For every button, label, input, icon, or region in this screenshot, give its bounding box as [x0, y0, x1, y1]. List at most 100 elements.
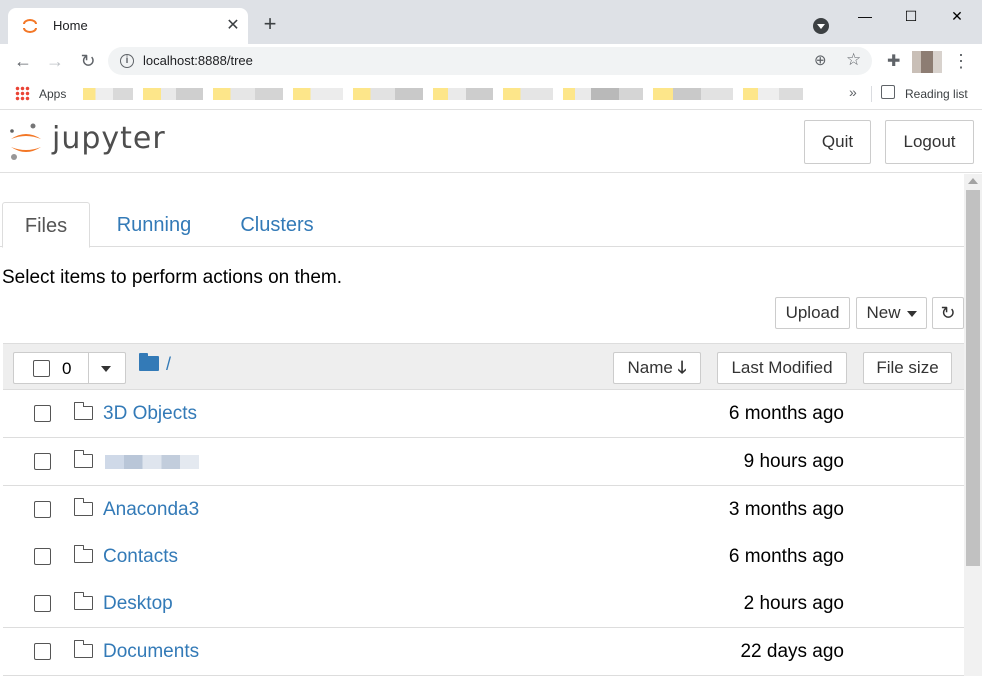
- bookmark-item[interactable]: [433, 88, 493, 100]
- apps-bookmark[interactable]: Apps: [39, 87, 66, 101]
- sort-by-size-button[interactable]: File size: [863, 352, 952, 384]
- sort-by-name-button[interactable]: Name 🡓: [613, 352, 701, 384]
- row-checkbox[interactable]: [34, 405, 51, 422]
- quit-button[interactable]: Quit: [804, 120, 871, 164]
- tab-running[interactable]: Running: [104, 202, 204, 247]
- file-row[interactable]: Contacts 6 months ago: [3, 533, 964, 581]
- bookmark-item[interactable]: [743, 88, 803, 100]
- breadcrumb-root[interactable]: /: [166, 354, 171, 375]
- bookmark-item[interactable]: [653, 88, 733, 100]
- browser-tab-title: Home: [53, 18, 88, 33]
- address-bar[interactable]: i localhost:8888/tree ⊕ ☆: [108, 47, 872, 75]
- extensions-puzzle-icon[interactable]: ✚: [887, 51, 900, 71]
- row-checkbox[interactable]: [34, 548, 51, 565]
- bookmark-item[interactable]: [213, 88, 283, 100]
- file-name-link[interactable]: Documents: [103, 641, 199, 663]
- chevron-down-icon[interactable]: [101, 366, 111, 372]
- jupyter-logo-text[interactable]: jupyter: [52, 121, 166, 156]
- jupyter-tabs: Files Running Clusters: [0, 202, 964, 248]
- row-checkbox[interactable]: [34, 501, 51, 518]
- page-scrollbar[interactable]: [964, 174, 982, 676]
- url-text[interactable]: localhost:8888/tree: [143, 53, 253, 68]
- file-row[interactable]: 9 hours ago: [3, 438, 964, 486]
- site-info-icon[interactable]: i: [120, 54, 134, 68]
- file-row[interactable]: Documents 22 days ago: [3, 628, 964, 676]
- bookmark-item[interactable]: [293, 88, 343, 100]
- folder-icon: [73, 640, 93, 658]
- maximize-window-button[interactable]: ☐: [888, 4, 934, 28]
- bookmark-item[interactable]: [353, 88, 423, 100]
- tab-search-icon[interactable]: [813, 18, 829, 34]
- minimize-window-button[interactable]: —: [842, 4, 888, 28]
- file-row[interactable]: 3D Objects 6 months ago: [3, 390, 964, 438]
- logout-button[interactable]: Logout: [885, 120, 974, 164]
- file-row[interactable]: Anaconda3 3 months ago: [3, 486, 964, 534]
- bookmark-item[interactable]: [503, 88, 553, 100]
- bookmark-star-icon[interactable]: ☆: [846, 50, 861, 70]
- file-modified: 3 months ago: [728, 499, 844, 520]
- upload-button[interactable]: Upload: [775, 297, 850, 329]
- redacted-file-name-link[interactable]: [105, 455, 199, 469]
- browser-toolbar: ← → ↻ i localhost:8888/tree ⊕ ☆: [0, 44, 982, 78]
- bookmarks-divider: [871, 86, 872, 102]
- tab-files[interactable]: Files: [2, 202, 90, 248]
- new-dropdown-button[interactable]: New: [856, 297, 927, 329]
- refresh-icon: ↻: [940, 303, 956, 323]
- file-modified: 22 days ago: [740, 641, 844, 662]
- folder-icon: [73, 450, 93, 468]
- tab-clusters[interactable]: Clusters: [228, 202, 326, 247]
- row-checkbox[interactable]: [34, 595, 51, 612]
- new-button-label: New: [866, 303, 901, 322]
- row-checkbox[interactable]: [34, 643, 51, 660]
- scrollbar-thumb[interactable]: [966, 190, 980, 566]
- close-tab-icon[interactable]: ✕: [223, 16, 243, 36]
- new-tab-button[interactable]: +: [259, 13, 281, 35]
- row-checkbox[interactable]: [34, 453, 51, 470]
- file-modified: 6 months ago: [728, 546, 844, 567]
- dropdown-divider: [88, 353, 89, 383]
- file-name-link[interactable]: Desktop: [103, 593, 173, 615]
- select-all-dropdown[interactable]: 0: [13, 352, 126, 384]
- refresh-button[interactable]: ↻: [932, 297, 964, 329]
- selection-hint: Select items to perform actions on them.: [2, 267, 343, 288]
- file-modified: 2 hours ago: [743, 593, 844, 614]
- file-row[interactable]: Desktop 2 hours ago: [3, 580, 964, 628]
- sort-name-label: Name: [627, 358, 673, 377]
- chevron-down-icon: [906, 310, 917, 317]
- bookmark-item[interactable]: [563, 88, 643, 100]
- forward-arrow-icon[interactable]: →: [42, 48, 68, 74]
- zoom-icon[interactable]: ⊕: [814, 51, 827, 69]
- arrow-down-icon: 🡓: [677, 358, 687, 377]
- file-name-link[interactable]: Anaconda3: [103, 499, 199, 521]
- profile-avatar[interactable]: [912, 51, 942, 73]
- close-window-button[interactable]: ✕: [934, 4, 980, 28]
- reading-list-button[interactable]: Reading list: [905, 87, 968, 101]
- file-list-header: 0 / Name 🡓 Last Modified File size: [3, 343, 964, 390]
- scroll-up-arrow-icon[interactable]: [968, 178, 978, 184]
- reading-list-icon[interactable]: [881, 85, 895, 99]
- file-name-link[interactable]: Contacts: [103, 546, 178, 568]
- browser-tabstrip: Home ✕ + — ☐ ✕: [0, 0, 982, 44]
- file-name-link[interactable]: 3D Objects: [103, 403, 197, 425]
- file-modified: 6 months ago: [728, 403, 844, 424]
- folder-icon: [73, 545, 93, 563]
- browser-tab-home[interactable]: Home ✕: [8, 8, 248, 44]
- folder-icon: [73, 498, 93, 516]
- folder-icon: [73, 402, 93, 420]
- jupyter-favicon-icon: [23, 19, 37, 33]
- back-arrow-icon[interactable]: ←: [10, 48, 36, 74]
- more-bookmarks-icon[interactable]: »: [849, 84, 857, 100]
- bookmark-item[interactable]: [83, 88, 133, 100]
- sort-by-modified-button[interactable]: Last Modified: [717, 352, 847, 384]
- file-modified: 9 hours ago: [743, 451, 844, 472]
- bookmarks-bar: Apps » Reading list: [0, 78, 982, 110]
- selected-count: 0: [62, 359, 72, 378]
- select-all-checkbox[interactable]: [33, 360, 50, 377]
- bookmark-item[interactable]: [143, 88, 203, 100]
- jupyter-header: jupyter Quit Logout: [0, 111, 982, 173]
- browser-menu-icon[interactable]: ⋮: [952, 50, 970, 72]
- reload-icon[interactable]: ↻: [75, 48, 101, 74]
- apps-grid-icon[interactable]: [15, 86, 30, 101]
- jupyter-logo-icon[interactable]: [8, 121, 44, 163]
- folder-icon[interactable]: [139, 353, 159, 371]
